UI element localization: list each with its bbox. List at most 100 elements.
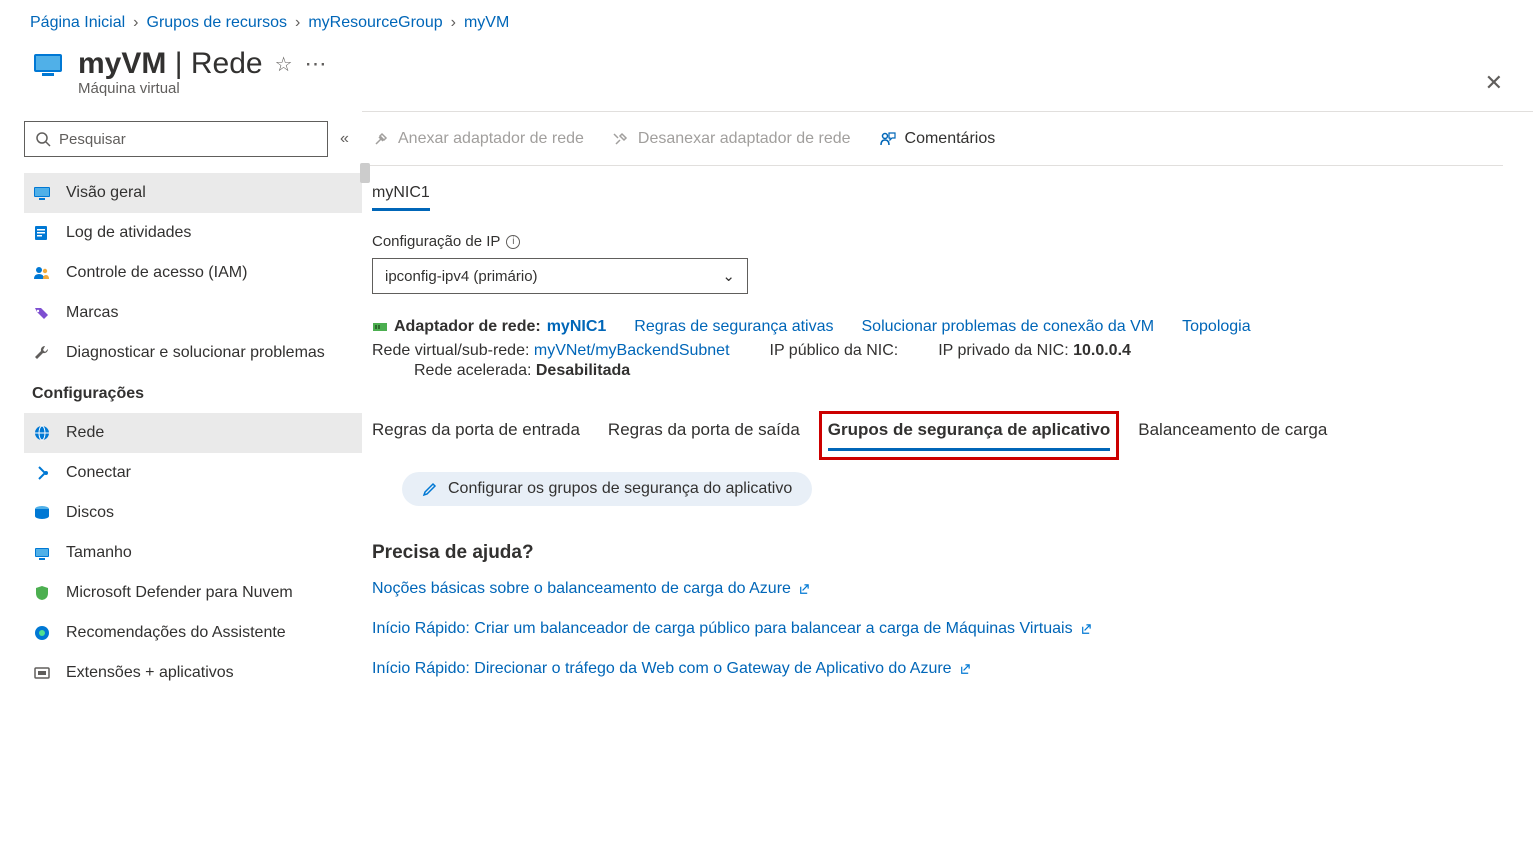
chevron-right-icon: ›	[133, 14, 138, 32]
search-icon	[35, 131, 51, 147]
breadcrumb-rg-name[interactable]: myResourceGroup	[308, 14, 442, 32]
size-icon	[32, 543, 52, 563]
nic-icon	[372, 319, 388, 335]
external-link-icon	[958, 663, 971, 676]
sidebar-item-label: Conectar	[66, 464, 131, 482]
vm-icon	[30, 46, 66, 82]
tab-application-security-groups[interactable]: Grupos de segurança de aplicativo	[828, 420, 1110, 451]
privip-detail: IP privado da NIC: 10.0.0.4	[938, 342, 1131, 360]
configure-asg-button[interactable]: Configurar os grupos de segurança do apl…	[402, 472, 812, 506]
ip-config-dropdown[interactable]: ipconfig-ipv4 (primário) ⌄	[372, 258, 748, 294]
sidebar-item-networking[interactable]: Rede	[24, 413, 362, 453]
favorite-star-icon[interactable]: ☆	[275, 52, 293, 77]
toolbar-label: Anexar adaptador de rede	[398, 130, 584, 148]
sidebar-item-diagnose[interactable]: Diagnosticar e solucionar problemas	[24, 333, 362, 373]
ip-config-label: Configuração de IP i	[372, 233, 1503, 250]
sidebar-item-label: Discos	[66, 504, 114, 522]
sidebar-item-label: Controle de acesso (IAM)	[66, 264, 247, 282]
privip-label: IP privado da NIC:	[938, 342, 1068, 359]
attach-nic-button[interactable]: Anexar adaptador de rede	[372, 130, 584, 148]
scrollbar-thumb[interactable]	[360, 163, 370, 183]
help-link-lb-quickstart[interactable]: Início Rápido: Criar um balanceador de c…	[372, 620, 1503, 638]
wrench-icon	[32, 343, 52, 363]
adapter-label: Adaptador de rede: myNIC1	[372, 318, 606, 336]
sidebar-item-iam[interactable]: Controle de acesso (IAM)	[24, 253, 362, 293]
adapter-name-link[interactable]: myNIC1	[547, 318, 607, 336]
title-blade-name: Rede	[191, 47, 263, 80]
external-link-icon	[797, 583, 810, 596]
sidebar-item-label: Rede	[66, 424, 104, 442]
troubleshoot-link[interactable]: Solucionar problemas de conexão da VM	[862, 318, 1155, 336]
sidebar-item-disks[interactable]: Discos	[24, 493, 362, 533]
close-icon[interactable]: ✕	[1485, 70, 1503, 96]
sidebar-item-label: Tamanho	[66, 544, 132, 562]
monitor-icon	[32, 183, 52, 203]
feedback-button[interactable]: Comentários	[879, 130, 996, 148]
sidebar-item-size[interactable]: Tamanho	[24, 533, 362, 573]
external-link-icon	[1079, 623, 1092, 636]
effective-rules-link[interactable]: Regras de segurança ativas	[634, 318, 833, 336]
sidebar-item-overview[interactable]: Visão geral	[24, 173, 362, 213]
unplug-icon	[612, 130, 630, 148]
advisor-icon	[32, 623, 52, 643]
sidebar-item-tags[interactable]: Marcas	[24, 293, 362, 333]
sidebar-item-advisor[interactable]: Recomendações do Assistente	[24, 613, 362, 653]
sidebar-item-label: Marcas	[66, 304, 118, 322]
rules-tabs: Regras da porta de entrada Regras da por…	[372, 420, 1503, 452]
chevron-down-icon: ⌄	[722, 267, 735, 285]
sidebar-item-label: Extensões + aplicativos	[66, 664, 234, 682]
detach-nic-button[interactable]: Desanexar adaptador de rede	[612, 130, 851, 148]
breadcrumb-resource-groups[interactable]: Grupos de recursos	[147, 14, 288, 32]
toolbar-label: Comentários	[905, 130, 996, 148]
vnet-label: Rede virtual/sub-rede:	[372, 342, 529, 359]
help-link-text: Noções básicas sobre o balanceamento de …	[372, 580, 791, 598]
sidebar-item-label: Log de atividades	[66, 224, 191, 242]
help-link-text: Início Rápido: Direcionar o tráfego da W…	[372, 660, 952, 678]
extensions-icon	[32, 663, 52, 683]
vnet-value-link[interactable]: myVNet/myBackendSubnet	[534, 342, 730, 359]
sidebar-section-settings: Configurações	[24, 373, 362, 413]
tag-icon	[32, 303, 52, 323]
toolbar-label: Desanexar adaptador de rede	[638, 130, 851, 148]
search-placeholder-text: Pesquisar	[59, 131, 126, 148]
accel-value: Desabilitada	[536, 362, 630, 379]
disk-icon	[32, 503, 52, 523]
breadcrumb: Página Inicial › Grupos de recursos › my…	[0, 0, 1533, 42]
person-feedback-icon	[879, 130, 897, 148]
toolbar: Anexar adaptador de rede Desanexar adapt…	[362, 112, 1503, 166]
title-resource-name: myVM	[78, 47, 166, 80]
sidebar-item-extensions[interactable]: Extensões + aplicativos	[24, 653, 362, 693]
content-pane: Anexar adaptador de rede Desanexar adapt…	[362, 111, 1533, 720]
tab-load-balancing[interactable]: Balanceamento de carga	[1138, 420, 1327, 451]
pencil-icon	[422, 481, 438, 497]
page-title: myVM | Rede	[78, 47, 263, 81]
help-link-appgw-quickstart[interactable]: Início Rápido: Direcionar o tráfego da W…	[372, 660, 1503, 678]
collapse-sidebar-icon[interactable]: «	[340, 130, 349, 148]
privip-value: 10.0.0.4	[1073, 342, 1131, 359]
search-input[interactable]: Pesquisar	[24, 121, 328, 157]
plug-icon	[372, 130, 390, 148]
sidebar-item-label: Microsoft Defender para Nuvem	[66, 584, 293, 602]
vnet-detail: Rede virtual/sub-rede: myVNet/myBackendS…	[372, 342, 730, 360]
page-header: myVM | Rede ☆ ⋯	[0, 42, 1533, 82]
sidebar-item-activity-log[interactable]: Log de atividades	[24, 213, 362, 253]
people-icon	[32, 263, 52, 283]
ip-config-label-text: Configuração de IP	[372, 233, 500, 250]
topology-link[interactable]: Topologia	[1182, 318, 1251, 336]
tab-outbound-rules[interactable]: Regras da porta de saída	[608, 420, 800, 451]
configure-asg-label: Configurar os grupos de segurança do apl…	[448, 480, 792, 498]
globe-icon	[32, 423, 52, 443]
shield-icon	[32, 583, 52, 603]
sidebar-item-label: Visão geral	[66, 184, 146, 202]
dropdown-selected-value: ipconfig-ipv4 (primário)	[385, 268, 538, 285]
help-link-lb-overview[interactable]: Noções básicas sobre o balanceamento de …	[372, 580, 1503, 598]
more-menu-icon[interactable]: ⋯	[305, 51, 329, 77]
tab-inbound-rules[interactable]: Regras da porta de entrada	[372, 420, 580, 451]
breadcrumb-home[interactable]: Página Inicial	[30, 14, 125, 32]
sidebar-item-defender[interactable]: Microsoft Defender para Nuvem	[24, 573, 362, 613]
help-title: Precisa de ajuda?	[372, 542, 1503, 564]
sidebar-item-connect[interactable]: Conectar	[24, 453, 362, 493]
nic-tab[interactable]: myNIC1	[372, 184, 430, 211]
info-icon[interactable]: i	[506, 235, 520, 249]
breadcrumb-vm[interactable]: myVM	[464, 14, 509, 32]
